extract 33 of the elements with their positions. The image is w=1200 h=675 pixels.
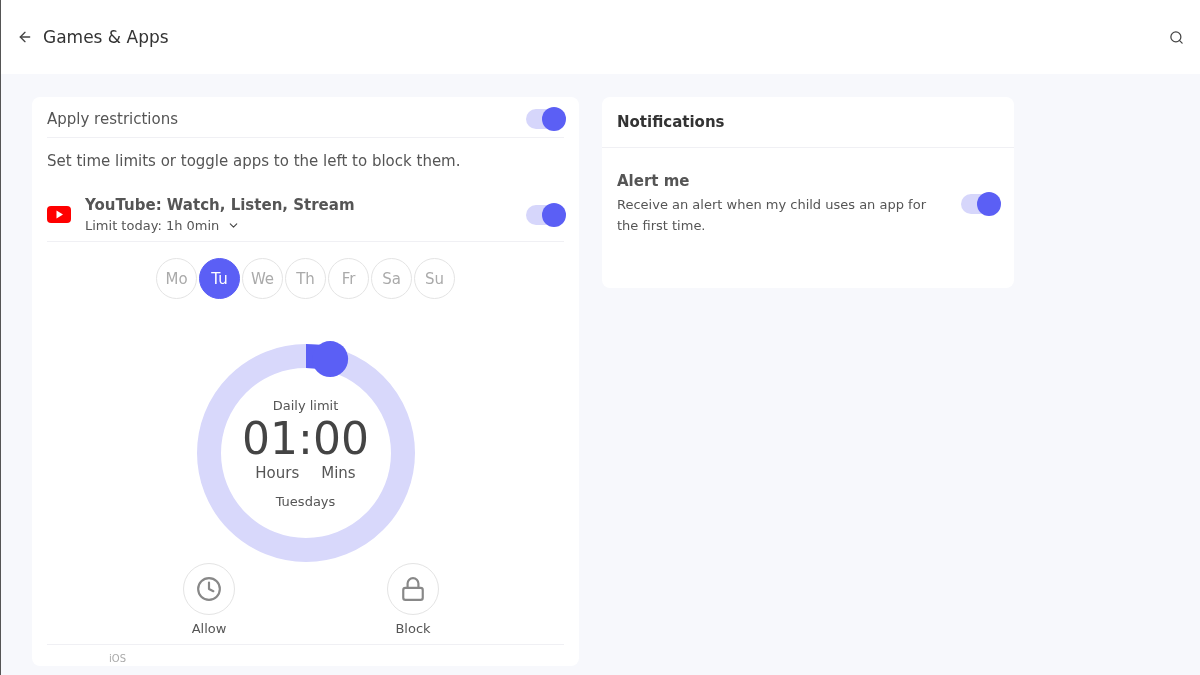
app-toggle[interactable]	[526, 204, 564, 225]
limit-time: 01:00	[242, 412, 369, 464]
platform-label: iOS	[109, 653, 126, 664]
day-button[interactable]: Th	[285, 258, 326, 299]
hours-label: Hours	[255, 463, 300, 482]
day-caption: Tuesdays	[275, 493, 336, 509]
clock-icon	[196, 576, 222, 602]
alert-description: Receive an alert when my child uses an app for the first time.	[617, 196, 927, 235]
action-label: Block	[395, 621, 431, 636]
limit-today-text: Limit today: 1h 0min	[85, 218, 220, 233]
allow-button[interactable]	[183, 563, 235, 615]
back-icon[interactable]	[17, 29, 33, 45]
day-button[interactable]: Fr	[328, 258, 369, 299]
daily-limit-caption: Daily limit	[272, 397, 339, 413]
day-button[interactable]: Tu	[199, 258, 240, 299]
lock-icon	[400, 576, 426, 602]
day-button[interactable]: Sa	[371, 258, 412, 299]
alert-title: Alert me	[617, 172, 691, 190]
app-name: YouTube: Watch, Listen, Stream	[85, 196, 356, 214]
block-button[interactable]	[387, 563, 439, 615]
alert-toggle[interactable]	[961, 194, 999, 214]
apply-restrictions-label: Apply restrictions	[47, 110, 178, 128]
restrictions-toggle[interactable]	[526, 109, 564, 129]
day-button[interactable]: Mo	[156, 258, 197, 299]
video-app-icon	[47, 206, 71, 223]
search-icon[interactable]	[1169, 29, 1184, 45]
day-button[interactable]: Su	[414, 258, 455, 299]
mins-label: Mins	[321, 463, 356, 482]
page-title: Games & Apps	[43, 27, 170, 47]
day-button[interactable]: We	[242, 258, 283, 299]
notifications-title: Notifications	[617, 113, 725, 131]
hint-text: Set time limits or toggle apps to the left to block them.	[47, 152, 461, 170]
action-label: Allow	[191, 621, 227, 636]
